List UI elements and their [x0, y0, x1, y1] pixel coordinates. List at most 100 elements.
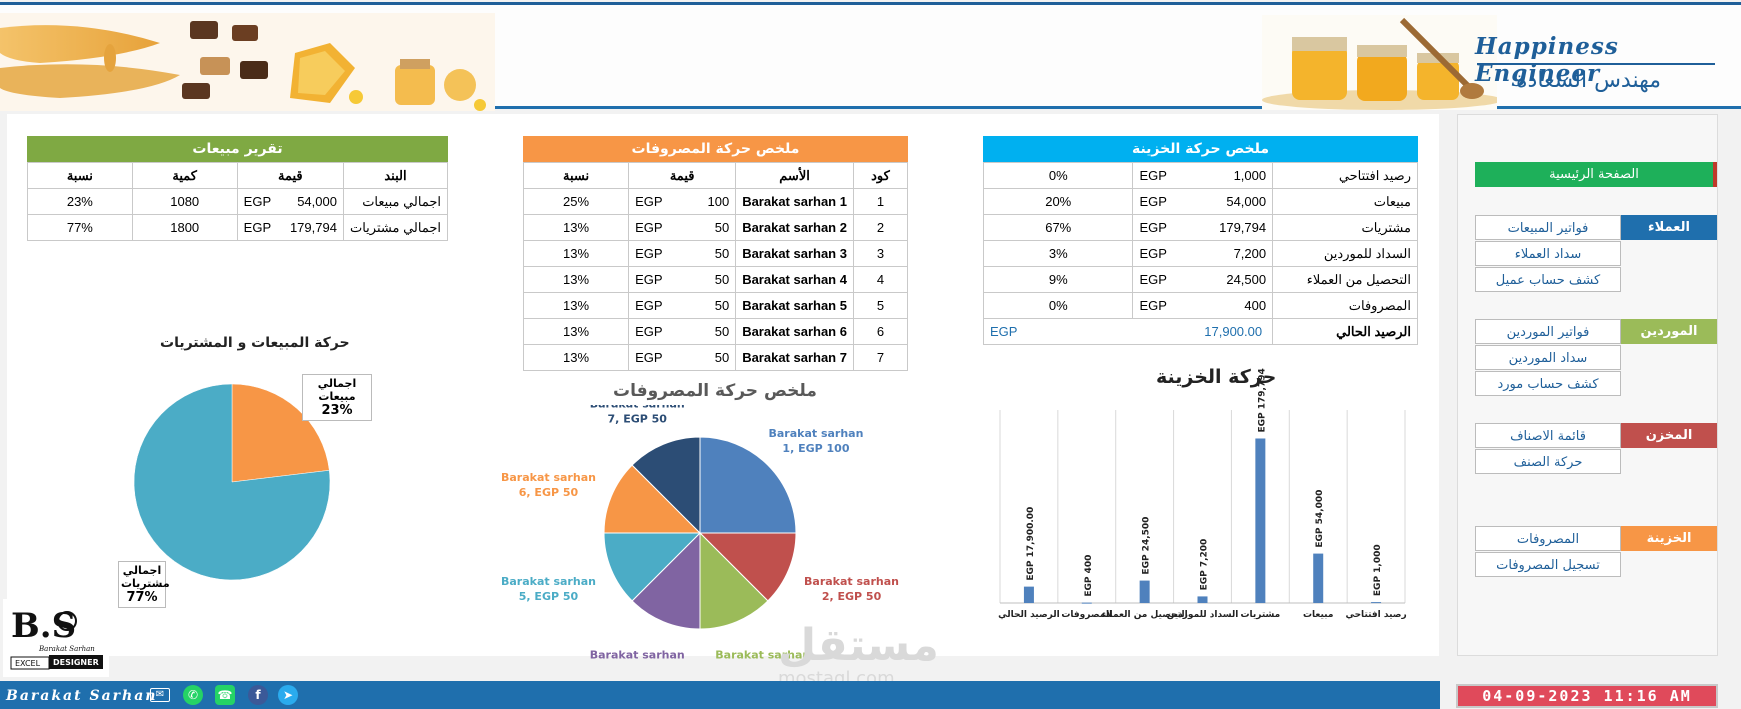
sidebar-link[interactable]: كشف حساب مورد — [1475, 371, 1621, 396]
table-row: 13% EGP 50 Barakat sarhan 66 — [522, 318, 909, 345]
pie-label-2: Barakat sarhan 2, EGP 50 — [804, 575, 899, 603]
expenses-summary-table: نسبة قيمة الأسم كود 25% EGP 100 Barakat sar… — [522, 162, 909, 371]
sidebar-link[interactable]: حركة الصنف — [1475, 449, 1621, 474]
table-row: 77% 1800 EGP 179,794 اجمالي مشتريات — [27, 214, 449, 241]
sales-report-table: نسبة كمية قيمة البند 23% 1080 EGP 54,000 … — [27, 162, 449, 241]
amount: 24,500 — [1226, 272, 1267, 287]
amount: 1,000 — [1233, 168, 1267, 183]
sidebar-link[interactable]: فواتير الموردين — [1475, 319, 1621, 344]
table-row: 67% EGP 179,794 مشتريات — [982, 214, 1418, 241]
sidebar-link[interactable]: قائمة الاصناف — [1475, 423, 1621, 448]
bar-data-label-4: EGP 7,200 — [1200, 539, 1210, 591]
table-header-row: نسبة كمية قيمة البند — [27, 162, 449, 189]
name-cell: Barakat sarhan 1 — [735, 188, 854, 215]
whatsapp-icon[interactable]: ✆ — [183, 685, 203, 705]
currency: EGP — [990, 324, 1018, 339]
pie1-label-purchases-pct: 77% — [126, 590, 158, 605]
currency: EGP — [635, 246, 663, 261]
table-row: 0% EGP 400 المصروفات — [982, 292, 1418, 319]
pct-cell: 13% — [522, 214, 630, 241]
value-cell: EGP 50 — [628, 292, 737, 319]
brand-underline — [1477, 63, 1715, 65]
value-cell: EGP 54,000 — [1132, 188, 1274, 215]
currency: EGP — [635, 350, 663, 365]
amount: 54,000 — [1226, 194, 1267, 209]
sidebar-link[interactable]: سداد العملاء — [1475, 241, 1621, 266]
pie-label-4: Barakat sarhan4, EGP 50 — [590, 649, 685, 665]
honey-jars-art — [1262, 15, 1497, 110]
amount: 50 — [714, 324, 730, 339]
brand-arabic: مهندس السعادة — [1516, 68, 1662, 93]
currency: EGP — [1139, 220, 1167, 235]
telegram-icon[interactable]: ➤ — [278, 685, 298, 705]
bar-category-label-7: الرصيد الحالي — [998, 610, 1060, 620]
value-cell: EGP 7,200 — [1132, 240, 1274, 267]
name-cell: Barakat sarhan 5 — [735, 292, 854, 319]
sidebar-group-head[interactable]: المخزن — [1621, 423, 1717, 448]
datetime-text: 04-09-2023 11:16 AM — [1482, 687, 1692, 705]
sales-report-title: تقرير مبيعات — [27, 136, 448, 162]
currency: EGP — [635, 324, 663, 339]
pct-cell: 13% — [522, 266, 630, 293]
pie1-label-sales-name: اجمالي مبيعات — [317, 377, 357, 403]
treasury-bar-chart: EGP 1,000 رصيد افتتاحي EGP 54,000 مبيعات EGP… — [998, 368, 1407, 620]
code-cell: 7 — [852, 344, 909, 371]
sidebar-group-head[interactable]: الموردين — [1621, 319, 1717, 344]
name-cell: Barakat sarhan 6 — [735, 318, 854, 345]
code-cell: 6 — [852, 318, 909, 345]
table-row: 20% EGP 54,000 مبيعات — [982, 188, 1418, 215]
amount: 179,794 — [1219, 220, 1267, 235]
home-button[interactable]: الصفحة الرئيسية — [1475, 162, 1717, 187]
bar-1 — [1371, 602, 1382, 604]
phone-icon[interactable]: ☎ — [215, 685, 235, 705]
currency: EGP — [1139, 246, 1167, 261]
sidebar-group-head[interactable]: الخزينة — [1621, 526, 1717, 551]
pie1-label-sales: اجمالي مبيعات 23% — [302, 374, 372, 421]
dashboard: Happiness Engineer مهندس السعادة تقرير م… — [0, 0, 1741, 709]
table-row: 13% EGP 50 Barakat sarhan 77 — [522, 344, 909, 371]
pct-cell: 13% — [522, 240, 630, 267]
col-qty: كمية — [131, 162, 238, 189]
pie-label-6: Barakat sarhan 6, EGP 50 — [501, 471, 596, 499]
amount: 50 — [714, 246, 730, 261]
label-cell: مشتريات — [1272, 214, 1418, 241]
label-cell: رصيد افتتاحي — [1272, 162, 1418, 189]
value-cell: EGP 50 — [628, 318, 737, 345]
table-row: 13% EGP 50 Barakat sarhan 33 — [522, 240, 909, 267]
sidebar-group-head[interactable]: العملاء — [1621, 215, 1717, 240]
value-cell: EGP 50 — [628, 344, 737, 371]
code-cell: 5 — [852, 292, 909, 319]
sidebar-link[interactable]: تسجيل المصروفات — [1475, 552, 1621, 577]
value-cell: EGP 50 — [628, 266, 737, 293]
amount: 50 — [714, 298, 730, 313]
item-cell: اجمالي مبيعات — [342, 188, 449, 215]
pie-label-1: Barakat sarhan 1, EGP 100 — [768, 427, 863, 455]
bar-3 — [1255, 438, 1266, 603]
label-cell: المصروفات — [1272, 292, 1418, 319]
pie-label-7: Barakat sarhan7, EGP 50 — [590, 405, 685, 425]
bar-data-label-6: EGP 400 — [1084, 555, 1094, 597]
sidebar-link[interactable]: فواتير المبيعات — [1475, 215, 1621, 240]
datetime-display: 04-09-2023 11:16 AM — [1456, 684, 1718, 708]
pct-cell: 67% — [982, 214, 1134, 241]
facebook-icon[interactable]: f — [248, 685, 268, 705]
value-cell: EGP 50 — [628, 240, 737, 267]
bar-data-label-3: EGP 179,794 — [1257, 368, 1267, 432]
banner: Happiness Engineer مهندس السعادة — [0, 5, 1741, 111]
value-cell: EGP 179,794 — [1132, 214, 1274, 241]
currency: EGP — [1139, 168, 1167, 183]
currency: EGP — [635, 272, 663, 287]
pct-cell: 77% — [27, 214, 133, 241]
sidebar-link[interactable]: المصروفات — [1475, 526, 1621, 551]
sidebar-link[interactable]: كشف حساب عميل — [1475, 267, 1621, 292]
pct-cell: 13% — [522, 292, 630, 319]
amount: 50 — [714, 272, 730, 287]
bar-7 — [1023, 586, 1034, 603]
footer-name: Barakat Sarhan — [6, 688, 158, 704]
balance-value-cell: EGP 17,900.00 — [982, 318, 1274, 345]
email-icon[interactable]: ✉ — [150, 688, 170, 702]
sidebar-link[interactable]: سداد الموردين — [1475, 345, 1621, 370]
bar-category-label-6: المصروفات — [1061, 610, 1112, 620]
bar-2 — [1313, 553, 1324, 603]
pct-cell: 9% — [982, 266, 1134, 293]
